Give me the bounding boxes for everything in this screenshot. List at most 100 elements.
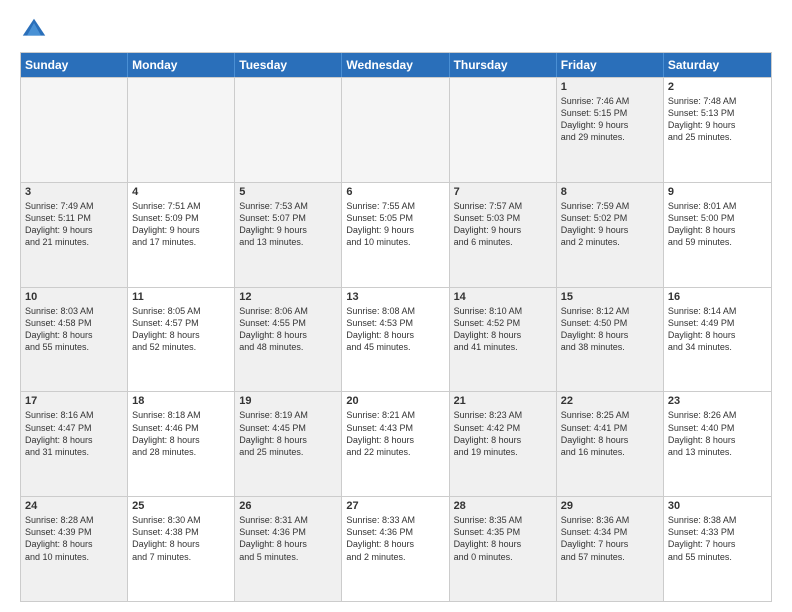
day-cell-11: 11 Sunrise: 8:05 AM Sunset: 4:57 PM Dayli…	[128, 288, 235, 392]
week-1: 1 Sunrise: 7:46 AM Sunset: 5:15 PM Daylig…	[21, 77, 771, 182]
day-cell-22: 22Sunrise: 8:25 AM Sunset: 4:41 PM Dayli…	[557, 392, 664, 496]
day-info: Sunrise: 8:38 AM Sunset: 4:33 PM Dayligh…	[668, 514, 767, 563]
day-header-monday: Monday	[128, 53, 235, 77]
day-cell-17: 17 Sunrise: 8:16 AM Sunset: 4:47 PM Dayli…	[21, 392, 128, 496]
day-number: 5	[239, 186, 337, 198]
day-number: 9	[668, 186, 767, 198]
day-number: 26	[239, 500, 337, 512]
day-info: Sunrise: 8:10 AM Sunset: 4:52 PM Dayligh…	[454, 305, 552, 354]
day-info: Sunrise: 7:46 AM Sunset: 5:15 PM Dayligh…	[561, 95, 659, 144]
calendar: SundayMondayTuesdayWednesdayThursdayFrid…	[20, 52, 772, 602]
empty-cell	[450, 78, 557, 182]
day-number: 21	[454, 395, 552, 407]
day-header-friday: Friday	[557, 53, 664, 77]
day-number: 11	[132, 291, 230, 303]
day-info: Sunrise: 8:12 AM Sunset: 4:50 PM Dayligh…	[561, 305, 659, 354]
day-number: 2	[668, 81, 767, 93]
day-info: Sunrise: 8:19 AM Sunset: 4:45 PM Dayligh…	[239, 409, 337, 458]
day-cell-13: 13 Sunrise: 8:08 AM Sunset: 4:53 PM Dayli…	[342, 288, 449, 392]
day-number: 7	[454, 186, 552, 198]
weeks: 1 Sunrise: 7:46 AM Sunset: 5:15 PM Daylig…	[21, 77, 771, 601]
day-cell-6: 6 Sunrise: 7:55 AM Sunset: 5:05 PM Daylig…	[342, 183, 449, 287]
day-number: 23	[668, 395, 767, 407]
day-number: 10	[25, 291, 123, 303]
day-cell-26: 26 Sunrise: 8:31 AM Sunset: 4:36 PM Dayli…	[235, 497, 342, 601]
day-cell-27: 27Sunrise: 8:33 AM Sunset: 4:36 PM Dayli…	[342, 497, 449, 601]
day-number: 8	[561, 186, 659, 198]
day-info: Sunrise: 8:33 AM Sunset: 4:36 PM Dayligh…	[346, 514, 444, 563]
day-info: Sunrise: 7:48 AM Sunset: 5:13 PM Dayligh…	[668, 95, 767, 144]
header	[20, 16, 772, 44]
day-cell-21: 21 Sunrise: 8:23 AM Sunset: 4:42 PM Dayli…	[450, 392, 557, 496]
day-cell-24: 24 Sunrise: 8:28 AM Sunset: 4:39 PM Dayli…	[21, 497, 128, 601]
day-cell-16: 16 Sunrise: 8:14 AM Sunset: 4:49 PM Dayli…	[664, 288, 771, 392]
page: SundayMondayTuesdayWednesdayThursdayFrid…	[0, 0, 792, 612]
day-number: 22	[561, 395, 659, 407]
day-cell-3: 3 Sunrise: 7:49 AM Sunset: 5:11 PM Daylig…	[21, 183, 128, 287]
logo	[20, 16, 52, 44]
empty-cell	[21, 78, 128, 182]
day-cell-25: 25Sunrise: 8:30 AM Sunset: 4:38 PM Dayli…	[128, 497, 235, 601]
day-header-saturday: Saturday	[664, 53, 771, 77]
week-4: 17 Sunrise: 8:16 AM Sunset: 4:47 PM Dayli…	[21, 391, 771, 496]
day-cell-15: 15 Sunrise: 8:12 AM Sunset: 4:50 PM Dayli…	[557, 288, 664, 392]
day-info: Sunrise: 7:49 AM Sunset: 5:11 PM Dayligh…	[25, 200, 123, 249]
day-number: 12	[239, 291, 337, 303]
day-number: 28	[454, 500, 552, 512]
day-info: Sunrise: 7:55 AM Sunset: 5:05 PM Dayligh…	[346, 200, 444, 249]
day-number: 18	[132, 395, 230, 407]
day-info: Sunrise: 8:28 AM Sunset: 4:39 PM Dayligh…	[25, 514, 123, 563]
day-number: 1	[561, 81, 659, 93]
day-info: Sunrise: 8:05 AM Sunset: 4:57 PM Dayligh…	[132, 305, 230, 354]
day-info: Sunrise: 8:18 AM Sunset: 4:46 PM Dayligh…	[132, 409, 230, 458]
day-info: Sunrise: 8:16 AM Sunset: 4:47 PM Dayligh…	[25, 409, 123, 458]
day-info: Sunrise: 7:53 AM Sunset: 5:07 PM Dayligh…	[239, 200, 337, 249]
day-number: 13	[346, 291, 444, 303]
day-header-thursday: Thursday	[450, 53, 557, 77]
day-info: Sunrise: 8:35 AM Sunset: 4:35 PM Dayligh…	[454, 514, 552, 563]
day-number: 4	[132, 186, 230, 198]
day-number: 24	[25, 500, 123, 512]
day-info: Sunrise: 7:57 AM Sunset: 5:03 PM Dayligh…	[454, 200, 552, 249]
day-cell-19: 19 Sunrise: 8:19 AM Sunset: 4:45 PM Dayli…	[235, 392, 342, 496]
day-number: 20	[346, 395, 444, 407]
day-number: 30	[668, 500, 767, 512]
day-number: 16	[668, 291, 767, 303]
day-cell-30: 30 Sunrise: 8:38 AM Sunset: 4:33 PM Dayli…	[664, 497, 771, 601]
day-cell-23: 23Sunrise: 8:26 AM Sunset: 4:40 PM Dayli…	[664, 392, 771, 496]
week-3: 10Sunrise: 8:03 AM Sunset: 4:58 PM Dayli…	[21, 287, 771, 392]
day-cell-10: 10Sunrise: 8:03 AM Sunset: 4:58 PM Dayli…	[21, 288, 128, 392]
day-info: Sunrise: 8:06 AM Sunset: 4:55 PM Dayligh…	[239, 305, 337, 354]
day-cell-12: 12 Sunrise: 8:06 AM Sunset: 4:55 PM Dayli…	[235, 288, 342, 392]
day-info: Sunrise: 8:14 AM Sunset: 4:49 PM Dayligh…	[668, 305, 767, 354]
day-info: Sunrise: 8:01 AM Sunset: 5:00 PM Dayligh…	[668, 200, 767, 249]
day-number: 14	[454, 291, 552, 303]
day-info: Sunrise: 7:59 AM Sunset: 5:02 PM Dayligh…	[561, 200, 659, 249]
day-cell-18: 18 Sunrise: 8:18 AM Sunset: 4:46 PM Dayli…	[128, 392, 235, 496]
day-number: 15	[561, 291, 659, 303]
day-number: 19	[239, 395, 337, 407]
day-cell-2: 2 Sunrise: 7:48 AM Sunset: 5:13 PM Daylig…	[664, 78, 771, 182]
day-number: 29	[561, 500, 659, 512]
empty-cell	[235, 78, 342, 182]
day-cell-28: 28 Sunrise: 8:35 AM Sunset: 4:35 PM Dayli…	[450, 497, 557, 601]
day-number: 25	[132, 500, 230, 512]
day-cell-20: 20 Sunrise: 8:21 AM Sunset: 4:43 PM Dayli…	[342, 392, 449, 496]
empty-cell	[342, 78, 449, 182]
day-info: Sunrise: 8:08 AM Sunset: 4:53 PM Dayligh…	[346, 305, 444, 354]
day-info: Sunrise: 8:21 AM Sunset: 4:43 PM Dayligh…	[346, 409, 444, 458]
day-number: 3	[25, 186, 123, 198]
day-info: Sunrise: 7:51 AM Sunset: 5:09 PM Dayligh…	[132, 200, 230, 249]
day-header-wednesday: Wednesday	[342, 53, 449, 77]
day-info: Sunrise: 8:31 AM Sunset: 4:36 PM Dayligh…	[239, 514, 337, 563]
day-number: 6	[346, 186, 444, 198]
day-cell-8: 8 Sunrise: 7:59 AM Sunset: 5:02 PM Daylig…	[557, 183, 664, 287]
day-info: Sunrise: 8:23 AM Sunset: 4:42 PM Dayligh…	[454, 409, 552, 458]
week-5: 24 Sunrise: 8:28 AM Sunset: 4:39 PM Dayli…	[21, 496, 771, 601]
day-headers: SundayMondayTuesdayWednesdayThursdayFrid…	[21, 53, 771, 77]
day-header-tuesday: Tuesday	[235, 53, 342, 77]
day-cell-14: 14 Sunrise: 8:10 AM Sunset: 4:52 PM Dayli…	[450, 288, 557, 392]
day-cell-1: 1 Sunrise: 7:46 AM Sunset: 5:15 PM Daylig…	[557, 78, 664, 182]
day-cell-5: 5 Sunrise: 7:53 AM Sunset: 5:07 PM Daylig…	[235, 183, 342, 287]
day-number: 17	[25, 395, 123, 407]
